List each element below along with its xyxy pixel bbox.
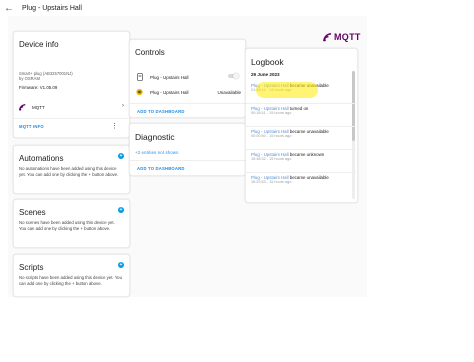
log-message: became unavailable <box>288 129 329 134</box>
add-automation-button[interactable]: + <box>118 153 124 159</box>
automations-card: Automations + No automations have been a… <box>13 145 130 194</box>
page-title: Plug - Upstairs Hall <box>22 4 82 12</box>
control-label: Plug - Upstairs Hall <box>150 74 189 80</box>
highlight-marker <box>256 82 318 98</box>
control-label: Plug - Upstairs Hall <box>150 89 189 95</box>
automations-title: Automations <box>19 154 64 163</box>
mqtt-logo-icon <box>323 32 332 41</box>
mqtt-logo-text: MQTT <box>334 32 361 42</box>
logbook-card: Logbook 29 June 2023 Plug - Upstairs Hal… <box>245 48 358 203</box>
diagnostic-title: Diagnostic <box>135 132 175 142</box>
scrollbar-thumb[interactable] <box>352 71 355 141</box>
back-arrow-icon[interactable]: ← <box>3 2 15 14</box>
logbook-date: 29 June 2023 <box>251 72 280 77</box>
divider <box>246 126 356 127</box>
diagnostic-card: Diagnostic +3 entities not shown ADD TO … <box>129 123 247 176</box>
chevron-right-icon: › <box>122 103 124 109</box>
hidden-entities-link[interactable]: +3 entities not shown <box>135 150 179 155</box>
log-message: became unknown <box>288 152 325 157</box>
more-vert-icon[interactable]: ⋮ <box>111 123 118 130</box>
mqtt-icon <box>19 103 26 111</box>
integration-label: MQTT <box>32 104 45 110</box>
divider <box>130 160 247 161</box>
log-entry: Plug - Upstairs Hall became unavailable … <box>251 175 351 197</box>
controls-title: Controls <box>135 48 165 57</box>
control-state: Unavailable <box>217 89 241 95</box>
scripts-title: Scripts <box>19 263 44 272</box>
scenes-card: Scenes + No scenes have been added using… <box>13 199 130 248</box>
divider <box>14 118 131 119</box>
add-script-button[interactable]: + <box>118 262 124 268</box>
log-entry: Plug - Upstairs Hall became unavailable … <box>251 129 351 151</box>
diagnostic-add-to-dashboard-button[interactable]: ADD TO DASHBOARD <box>137 166 185 171</box>
scripts-description: No scripts have been added using this de… <box>19 275 122 286</box>
controls-card: Controls Plug - Upstairs Hall Plug - Ups… <box>129 39 247 118</box>
divider <box>130 103 247 104</box>
scenes-description: No scenes have been added using this dev… <box>19 220 115 231</box>
log-message: turned on <box>288 106 309 111</box>
divider <box>246 103 356 104</box>
device-icon <box>136 88 143 96</box>
power-socket-icon <box>136 73 143 81</box>
control-row-switch[interactable]: Plug - Upstairs Hall <box>130 71 247 83</box>
log-time: 00:18:51 - 15 hours ago <box>251 111 292 116</box>
control-row-status[interactable]: Plug - Upstairs Hall Unavailable <box>130 86 247 98</box>
switch-toggle[interactable] <box>228 73 239 79</box>
integration-row[interactable]: MQTT › <box>14 102 131 112</box>
mqtt-info-button[interactable]: MQTT INFO <box>19 124 44 129</box>
device-firmware: Firmware: V1.05.09 <box>19 85 58 90</box>
mqtt-logo: MQTT <box>323 32 361 42</box>
log-entry: Plug - Upstairs Hall turned on 00:18:51 … <box>251 106 351 128</box>
top-bar: ← Plug - Upstairs Hall <box>0 0 367 16</box>
divider <box>246 149 356 150</box>
log-time: 00:00:50 - 15 hours ago <box>251 134 292 139</box>
logbook-scrollbar[interactable] <box>352 71 355 199</box>
divider <box>246 172 356 173</box>
device-info-title: Device info <box>19 40 59 49</box>
device-manufacturer: by OSRAM <box>19 76 40 81</box>
log-time: 16:38:32 - 15 hours ago <box>251 157 292 162</box>
device-info-card: Device info Smart+ plug (AB3257001NJ) by… <box>13 31 131 138</box>
log-time: 16:29:53 - 15 hours ago <box>251 180 292 185</box>
add-scene-button[interactable]: + <box>118 207 124 213</box>
logbook-title: Logbook <box>251 57 284 67</box>
scripts-card: Scripts + No scripts have been added usi… <box>13 254 130 297</box>
automations-description: No automations have been added using thi… <box>19 166 119 177</box>
add-to-dashboard-button[interactable]: ADD TO DASHBOARD <box>137 109 185 114</box>
scenes-title: Scenes <box>19 208 46 217</box>
log-message: became unavailable <box>288 175 329 180</box>
log-entry: Plug - Upstairs Hall became unknown 16:3… <box>251 152 351 174</box>
